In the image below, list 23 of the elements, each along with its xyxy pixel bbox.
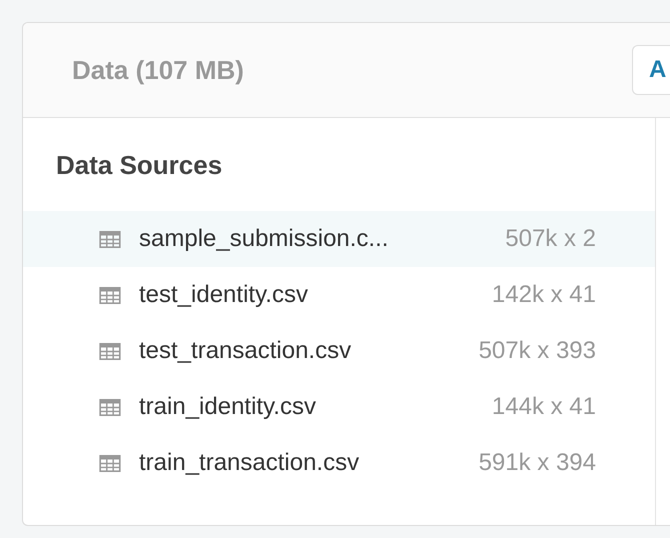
file-row[interactable]: test_transaction.csv 507k x 393 <box>23 323 655 379</box>
panel-heading: Data Sources <box>55 149 224 182</box>
section-title: Data (107 MB) <box>72 54 244 86</box>
file-name: test_transaction.csv <box>139 337 352 365</box>
header-button[interactable]: A <box>632 45 670 95</box>
file-dimensions: 507k x 393 <box>478 337 596 365</box>
file-name: train_identity.csv <box>139 393 316 421</box>
file-dimensions: 142k x 41 <box>490 281 596 309</box>
file-row[interactable]: sample_submission.c... 507k x 2 <box>23 211 655 267</box>
file-dimensions: 144k x 41 <box>490 393 596 421</box>
file-dimensions: 591k x 394 <box>478 449 596 477</box>
table-icon <box>99 286 121 304</box>
file-row[interactable]: train_identity.csv 144k x 41 <box>23 379 655 435</box>
table-icon <box>99 454 121 472</box>
file-name: test_identity.csv <box>139 281 308 309</box>
table-icon <box>99 230 121 248</box>
table-icon <box>99 342 121 360</box>
file-name: train_transaction.csv <box>139 449 360 477</box>
file-dimensions: 507k x 2 <box>504 225 596 253</box>
file-name: sample_submission.c... <box>139 225 388 253</box>
file-row[interactable]: train_transaction.csv 591k x 394 <box>23 435 655 491</box>
table-icon <box>99 398 121 416</box>
file-row[interactable]: test_identity.csv 142k x 41 <box>23 267 655 323</box>
